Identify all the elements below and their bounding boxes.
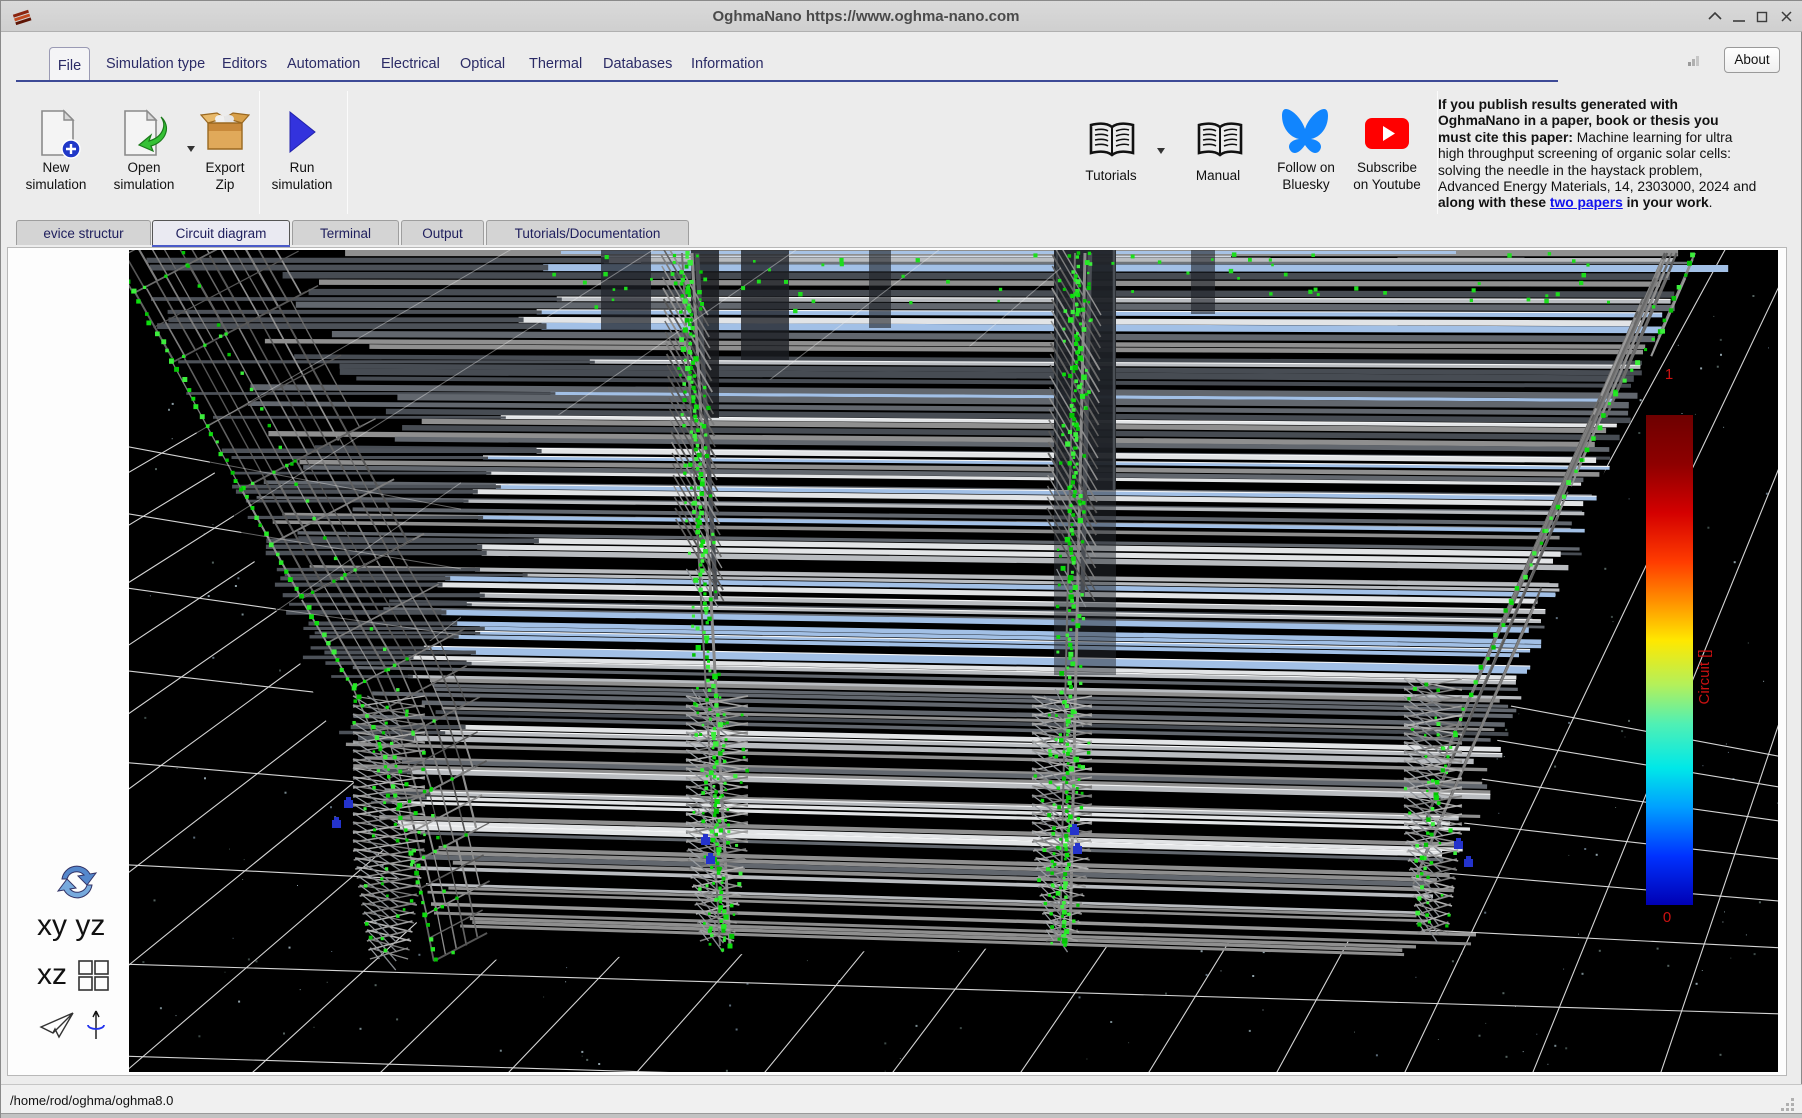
- svg-text:1: 1: [1665, 366, 1673, 383]
- svg-text:Circuit []: Circuit []: [1696, 649, 1713, 704]
- svg-text:0: 0: [1663, 909, 1671, 926]
